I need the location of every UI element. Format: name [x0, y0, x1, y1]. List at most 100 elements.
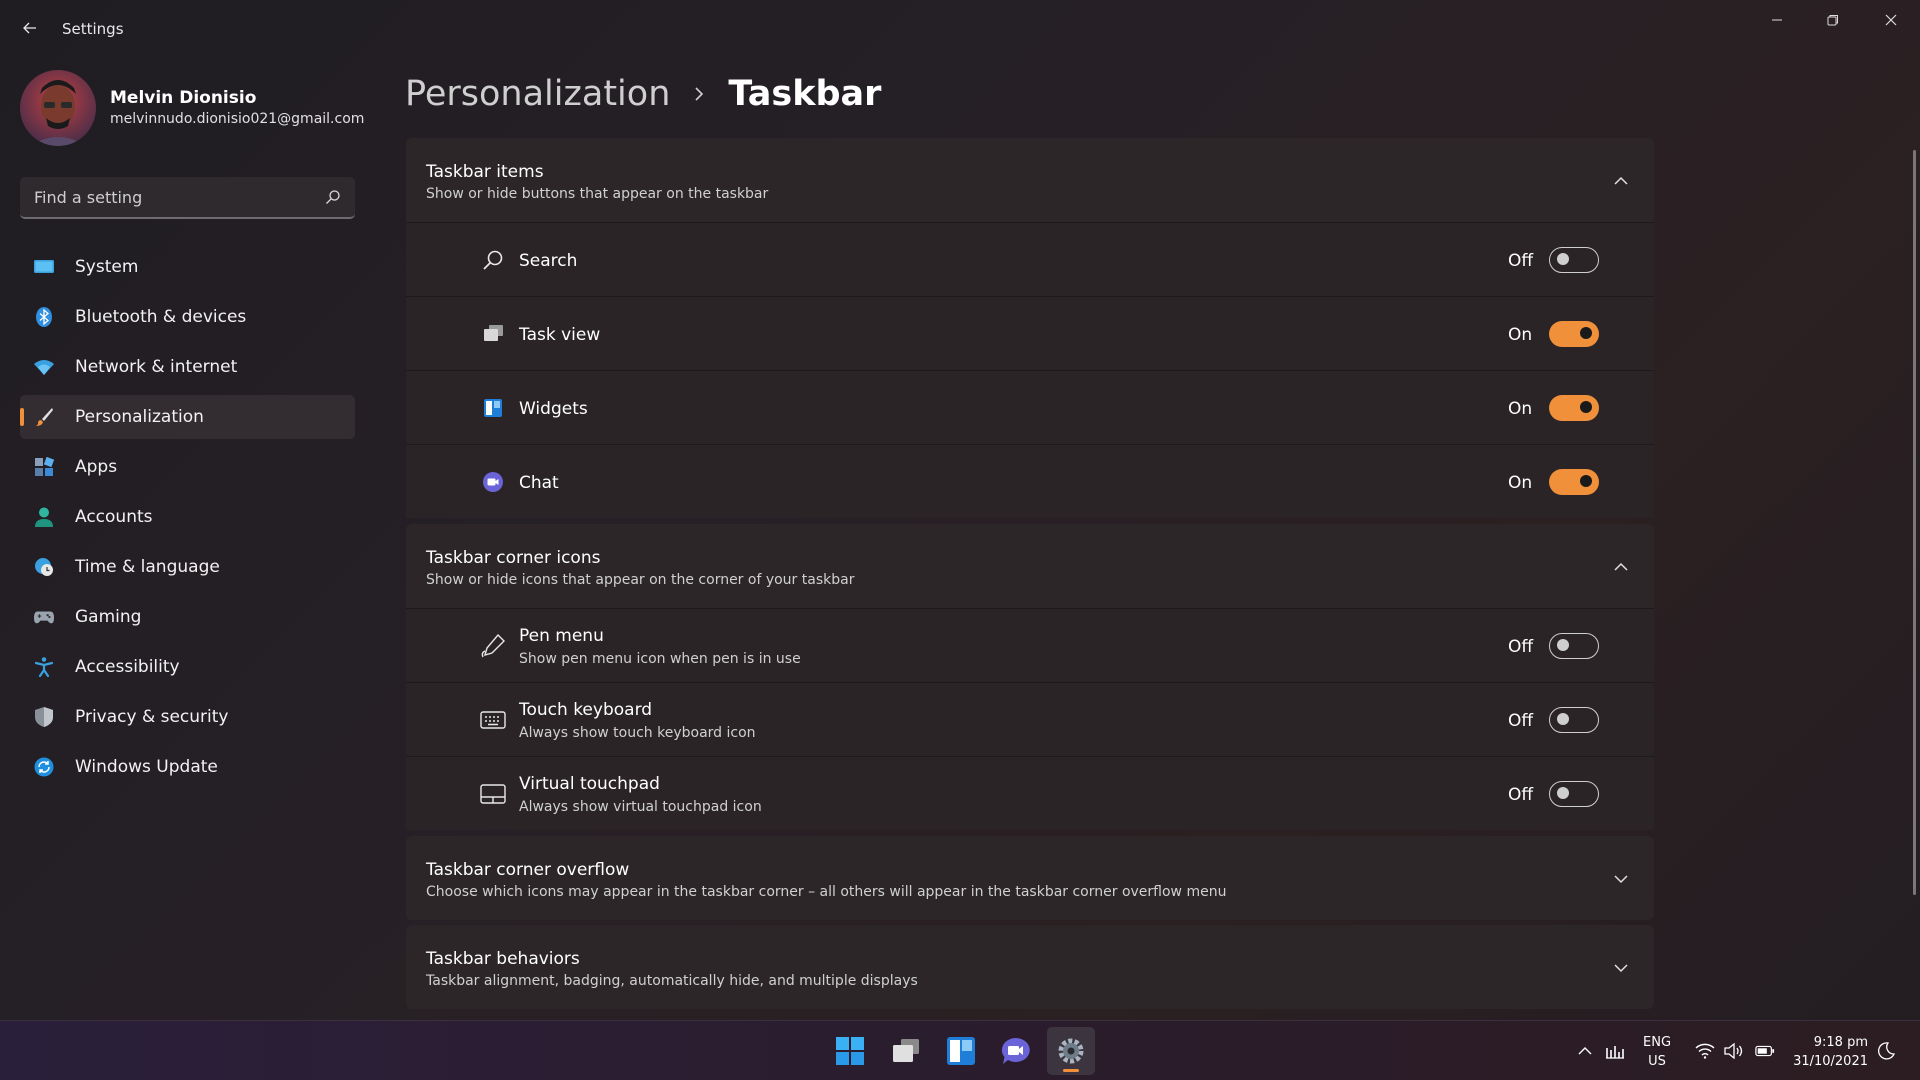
show-hidden-icons-chevron-up-icon[interactable]	[1575, 1041, 1595, 1061]
toggle-state-label: Off	[1508, 785, 1534, 805]
toggle-knob	[1557, 639, 1569, 651]
task-view-toggle[interactable]	[1549, 321, 1599, 347]
clock-time: 9:18 pm	[1813, 1035, 1868, 1050]
focus-assist-moon-icon[interactable]	[1876, 1041, 1896, 1061]
chevron-down-icon[interactable]	[1612, 959, 1630, 977]
start-icon	[836, 1037, 864, 1065]
wifi-icon[interactable]	[1695, 1041, 1715, 1061]
row-label: Virtual touchpad	[519, 774, 660, 794]
virtual-touchpad-toggle[interactable]	[1549, 781, 1599, 807]
taskbar-item-search: Search Off	[406, 222, 1654, 296]
shield-icon	[34, 707, 54, 727]
chat-icon	[1001, 1037, 1030, 1064]
language-indicator[interactable]: ENG US	[1643, 1033, 1671, 1071]
performance-meter-icon[interactable]	[1605, 1041, 1625, 1061]
windows-taskbar: ENG US 9:18 pm 31/10/2021	[0, 1020, 1920, 1080]
widgets-icon	[947, 1037, 975, 1065]
page-title: Taskbar	[728, 74, 882, 114]
row-description: Show pen menu icon when pen is in use	[519, 651, 801, 667]
row-label: Task view	[519, 325, 601, 345]
sidebar-item-gaming[interactable]: Gaming	[20, 595, 355, 639]
section-subtitle: Taskbar alignment, badging, automaticall…	[426, 973, 918, 989]
sidebar-item-system[interactable]: System	[20, 245, 355, 289]
sidebar-item-privacy[interactable]: Privacy & security	[20, 695, 355, 739]
search-icon[interactable]	[325, 189, 341, 205]
wifi-icon	[34, 357, 54, 377]
chat-toggle[interactable]	[1549, 469, 1599, 495]
sidebar-item-apps[interactable]: Apps	[20, 445, 355, 489]
sidebar-item-windows-update[interactable]: Windows Update	[20, 745, 355, 789]
sidebar-item-time-language[interactable]: Time & language	[20, 545, 355, 589]
user-profile[interactable]: Melvin Dionisio melvinnudo.dionisio021@g…	[20, 70, 364, 146]
taskbar-item-widgets: Widgets On	[406, 370, 1654, 444]
accessibility-icon	[34, 657, 54, 677]
restore-button[interactable]	[1810, 6, 1856, 34]
close-button[interactable]	[1868, 6, 1914, 34]
taskbar-settings-button[interactable]	[1047, 1027, 1095, 1075]
search-box[interactable]	[20, 177, 355, 219]
sidebar-item-personalization[interactable]: Personalization	[20, 395, 355, 439]
chevron-right-icon	[695, 87, 704, 101]
corner-icons-header[interactable]: Taskbar corner icons Show or hide icons …	[406, 524, 1654, 608]
toggle-knob	[1557, 787, 1569, 799]
touch-keyboard-toggle[interactable]	[1549, 707, 1599, 733]
battery-icon[interactable]	[1755, 1041, 1775, 1061]
sidebar-item-label: Time & language	[75, 557, 220, 577]
language-code: ENG	[1643, 1035, 1672, 1050]
taskbar-items-header[interactable]: Taskbar items Show or hide buttons that …	[406, 138, 1654, 222]
volume-icon[interactable]	[1724, 1041, 1744, 1061]
gamepad-icon	[34, 607, 54, 627]
sidebar-item-label: Personalization	[75, 407, 204, 427]
minimize-icon	[1772, 19, 1782, 21]
close-icon	[1885, 14, 1897, 26]
pen-icon	[480, 633, 506, 659]
chevron-down-icon[interactable]	[1612, 870, 1630, 888]
toggle-state-label: Off	[1508, 711, 1534, 731]
chevron-up-icon[interactable]	[1612, 558, 1630, 576]
sidebar-item-label: Accessibility	[75, 657, 180, 677]
chat-icon	[480, 469, 506, 495]
title-bar: Settings	[0, 0, 1920, 60]
minimize-button[interactable]	[1754, 6, 1800, 34]
taskbar-task-view-button[interactable]	[882, 1027, 930, 1075]
row-label: Chat	[519, 473, 559, 493]
row-label: Pen menu	[519, 626, 604, 646]
toggle-knob	[1580, 401, 1592, 413]
taskbar-chat-button[interactable]	[992, 1027, 1040, 1075]
row-description: Always show virtual touchpad icon	[519, 799, 762, 815]
app-title: Settings	[62, 20, 124, 38]
search-toggle[interactable]	[1549, 247, 1599, 273]
avatar	[20, 70, 96, 146]
start-button[interactable]	[826, 1027, 874, 1075]
corner-item-virtual-touchpad: Virtual touchpad Always show virtual tou…	[406, 756, 1654, 830]
pen-menu-toggle[interactable]	[1549, 633, 1599, 659]
sidebar-item-label: Gaming	[75, 607, 142, 627]
chevron-up-icon[interactable]	[1612, 172, 1630, 190]
corner-overflow-section[interactable]: Taskbar corner overflow Choose which ico…	[406, 836, 1654, 920]
sidebar-item-accessibility[interactable]: Accessibility	[20, 645, 355, 689]
sidebar-item-bluetooth[interactable]: Bluetooth & devices	[20, 295, 355, 339]
scrollbar[interactable]	[1913, 150, 1916, 895]
section-subtitle: Choose which icons may appear in the tas…	[426, 884, 1227, 900]
sidebar-item-accounts[interactable]: Accounts	[20, 495, 355, 539]
breadcrumb-parent[interactable]: Personalization	[405, 74, 670, 114]
toggle-state-label: On	[1508, 399, 1533, 419]
keyboard-icon	[480, 707, 506, 733]
taskbar-behaviors-header[interactable]: Taskbar behaviors Taskbar alignment, bad…	[406, 925, 1654, 1009]
settings-icon	[1058, 1038, 1084, 1064]
sidebar-item-label: Accounts	[75, 507, 153, 527]
taskbar-behaviors-section[interactable]: Taskbar behaviors Taskbar alignment, bad…	[406, 925, 1654, 1009]
corner-icons-section: Taskbar corner icons Show or hide icons …	[406, 524, 1654, 830]
corner-overflow-header[interactable]: Taskbar corner overflow Choose which ico…	[406, 836, 1654, 920]
search-input[interactable]	[34, 177, 314, 217]
row-label: Widgets	[519, 399, 588, 419]
widgets-toggle[interactable]	[1549, 395, 1599, 421]
toggle-state-label: Off	[1508, 637, 1534, 657]
back-button[interactable]	[16, 14, 44, 42]
taskbar-widgets-button[interactable]	[937, 1027, 985, 1075]
section-title: Taskbar corner overflow	[426, 860, 630, 880]
section-title: Taskbar items	[426, 162, 544, 182]
row-label: Search	[519, 251, 578, 271]
sidebar-item-network[interactable]: Network & internet	[20, 345, 355, 389]
clock[interactable]: 9:18 pm 31/10/2021	[1793, 1033, 1868, 1071]
